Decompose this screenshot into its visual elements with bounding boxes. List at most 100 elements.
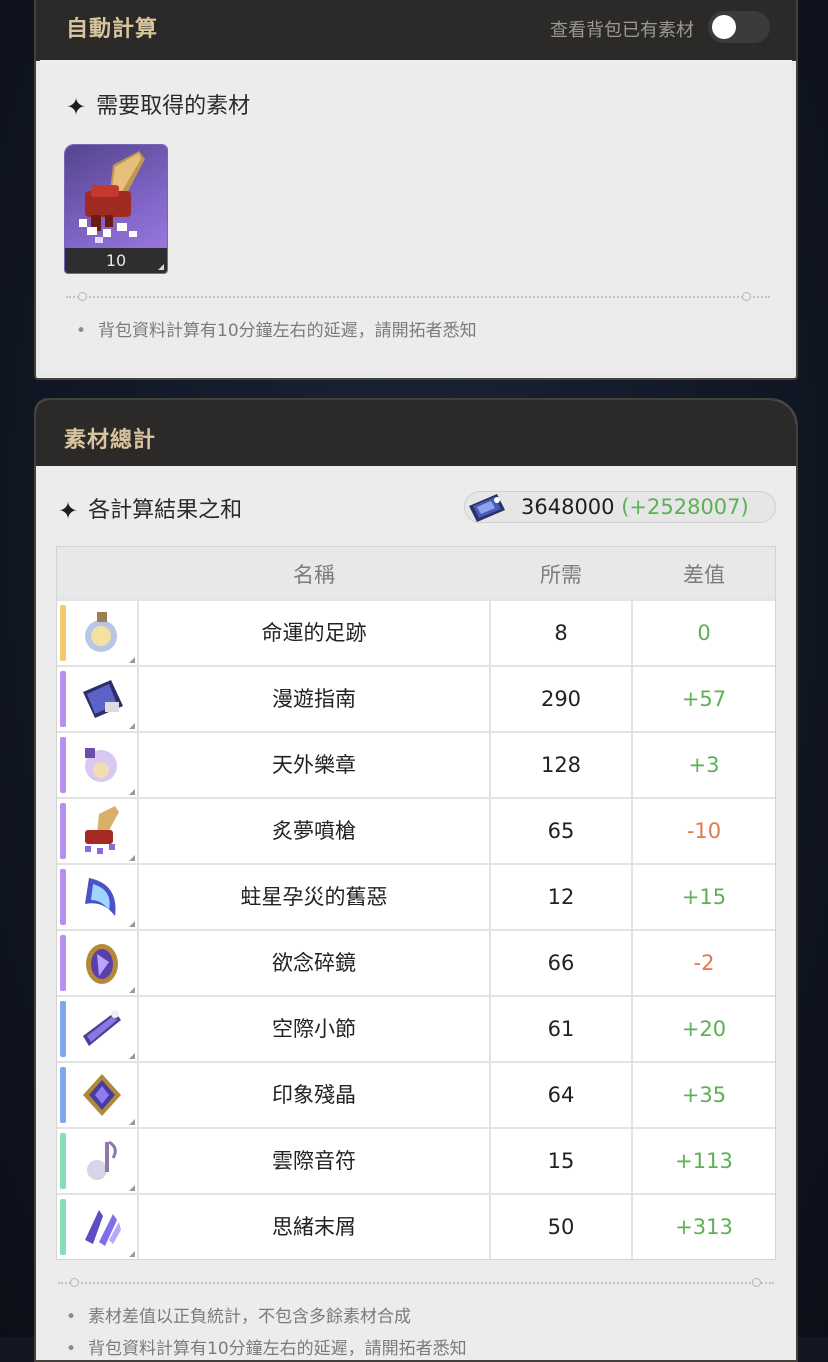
corner-indicator-icon xyxy=(129,657,135,663)
required-materials-heading: ✦ 需要取得的素材 xyxy=(66,88,250,121)
row-icon-cell xyxy=(57,931,139,995)
auto-calc-header: 自動計算 查看背包已有素材 xyxy=(36,0,796,61)
sum-title: 各計算結果之和 xyxy=(88,498,243,523)
sparkle-icon: ✦ xyxy=(66,93,87,121)
row-name: 蛀星孕災的舊惡 xyxy=(139,865,491,929)
table-row[interactable]: 空際小節 61 +20 xyxy=(57,995,775,1061)
measure-icon xyxy=(83,1010,121,1046)
rarity-bar xyxy=(60,869,66,925)
auto-calc-title: 自動計算 xyxy=(66,17,159,42)
corner-indicator-icon xyxy=(158,264,164,270)
row-name: 印象殘晶 xyxy=(139,1063,491,1127)
row-diff: +20 xyxy=(681,1017,727,1041)
row-need: 61 xyxy=(491,997,633,1061)
summary-note-text: 素材差值以正負統計，不包含多餘素材合成 xyxy=(88,1307,411,1327)
summary-note-text: 背包資料計算有10分鐘左右的延遲，請開拓者悉知 xyxy=(88,1339,467,1359)
credit-card-icon xyxy=(467,490,507,524)
row-icon-cell xyxy=(57,667,139,731)
row-icon-cell xyxy=(57,1195,139,1259)
row-diff: -10 xyxy=(686,819,722,843)
divider-node xyxy=(70,1278,79,1287)
corner-indicator-icon xyxy=(129,1119,135,1125)
corner-indicator-icon xyxy=(129,987,135,993)
bullet-icon: • xyxy=(66,1339,77,1359)
divider xyxy=(58,1282,774,1284)
table-row[interactable]: 雲際音符 15 +113 xyxy=(57,1127,775,1193)
row-icon-cell xyxy=(57,601,139,665)
sum-heading: ✦ 各計算結果之和 xyxy=(58,492,242,525)
row-icon-cell xyxy=(57,733,139,797)
table-row[interactable]: 蛀星孕災的舊惡 12 +15 xyxy=(57,863,775,929)
corner-indicator-icon xyxy=(129,723,135,729)
rarity-bar xyxy=(60,1001,66,1057)
toggle-knob xyxy=(712,15,736,39)
summary-note-1: • 素材差值以正負統計，不包含多餘素材合成 xyxy=(66,1302,411,1327)
row-diff: +113 xyxy=(675,1149,733,1173)
row-need: 128 xyxy=(491,733,633,797)
divider-node xyxy=(742,292,751,301)
required-material-count: 10 xyxy=(65,248,167,273)
inventory-toggle-label: 查看背包已有素材 xyxy=(550,20,694,41)
materials-table: 名稱 所需 差值 命運的足跡 8 0 漫遊指南 290 +57 天外樂章 128 +3 炙夢噴槍 6… xyxy=(56,546,776,1260)
table-row[interactable]: 欲念碎鏡 66 -2 xyxy=(57,929,775,995)
divider-node xyxy=(78,292,87,301)
bullet-icon: • xyxy=(66,1307,77,1327)
table-row[interactable]: 漫遊指南 290 +57 xyxy=(57,665,775,731)
row-name: 欲念碎鏡 xyxy=(139,931,491,995)
table-row[interactable]: 思緒末屑 50 +313 xyxy=(57,1193,775,1259)
row-name: 漫遊指南 xyxy=(139,667,491,731)
divider-node xyxy=(752,1278,761,1287)
thought-shard-icon xyxy=(85,1210,121,1246)
table-row[interactable]: 天外樂章 128 +3 xyxy=(57,731,775,797)
travel-guide-icon xyxy=(83,680,123,718)
row-diff: +35 xyxy=(681,1083,727,1107)
mirror-shard-icon xyxy=(86,944,118,984)
row-name: 空際小節 xyxy=(139,997,491,1061)
row-need: 8 xyxy=(491,601,633,665)
row-need: 50 xyxy=(491,1195,633,1259)
spray-gun-icon xyxy=(65,145,167,248)
credits-total: 3648000 (+2528007) xyxy=(464,491,776,523)
row-need: 64 xyxy=(491,1063,633,1127)
summary-note-2: • 背包資料計算有10分鐘左右的延遲，請開拓者悉知 xyxy=(66,1334,467,1359)
required-material-card[interactable]: 10 xyxy=(64,144,168,274)
rarity-bar xyxy=(60,935,66,991)
credits-diff: (+2528007) xyxy=(621,495,749,519)
corner-indicator-icon xyxy=(129,1251,135,1257)
table-body: 命運的足跡 8 0 漫遊指南 290 +57 天外樂章 128 +3 炙夢噴槍 65 -10 蛀星孕災的… xyxy=(57,599,775,1259)
column-name: 名稱 xyxy=(293,563,335,587)
rarity-bar xyxy=(60,605,66,661)
summary-body: ✦ 各計算結果之和 3648000 (+2528007) 名稱 所需 差值 命運… xyxy=(40,466,792,1360)
rarity-bar xyxy=(60,803,66,859)
row-diff: -2 xyxy=(693,951,715,975)
summary-title: 素材總計 xyxy=(64,428,157,453)
row-need: 66 xyxy=(491,931,633,995)
row-name: 命運的足跡 xyxy=(139,601,491,665)
row-icon-cell xyxy=(57,865,139,929)
row-need: 65 xyxy=(491,799,633,863)
table-row[interactable]: 命運的足跡 8 0 xyxy=(57,599,775,665)
credits-value-line: 3648000 (+2528007) xyxy=(521,495,749,519)
delay-note-text: 背包資料計算有10分鐘左右的延遲，請開拓者悉知 xyxy=(98,321,477,341)
row-diff: +57 xyxy=(681,687,727,711)
music-sheet-icon xyxy=(85,748,117,782)
inventory-toggle[interactable] xyxy=(708,11,770,43)
sparkle-icon: ✦ xyxy=(58,497,79,525)
rarity-bar xyxy=(60,1133,66,1189)
corner-indicator-icon xyxy=(129,855,135,861)
corner-indicator-icon xyxy=(129,1185,135,1191)
row-icon-cell xyxy=(57,1063,139,1127)
crystal-icon xyxy=(83,1074,121,1116)
table-row[interactable]: 印象殘晶 64 +35 xyxy=(57,1061,775,1127)
divider xyxy=(66,296,770,298)
star-blade-icon xyxy=(85,878,116,916)
row-name: 雲際音符 xyxy=(139,1129,491,1193)
column-need: 所需 xyxy=(540,563,582,587)
rarity-bar xyxy=(60,737,66,793)
credits-value: 3648000 xyxy=(521,495,615,519)
row-need: 15 xyxy=(491,1129,633,1193)
row-diff: 0 xyxy=(697,621,711,645)
table-row[interactable]: 炙夢噴槍 65 -10 xyxy=(57,797,775,863)
rarity-bar xyxy=(60,1199,66,1255)
row-need: 290 xyxy=(491,667,633,731)
